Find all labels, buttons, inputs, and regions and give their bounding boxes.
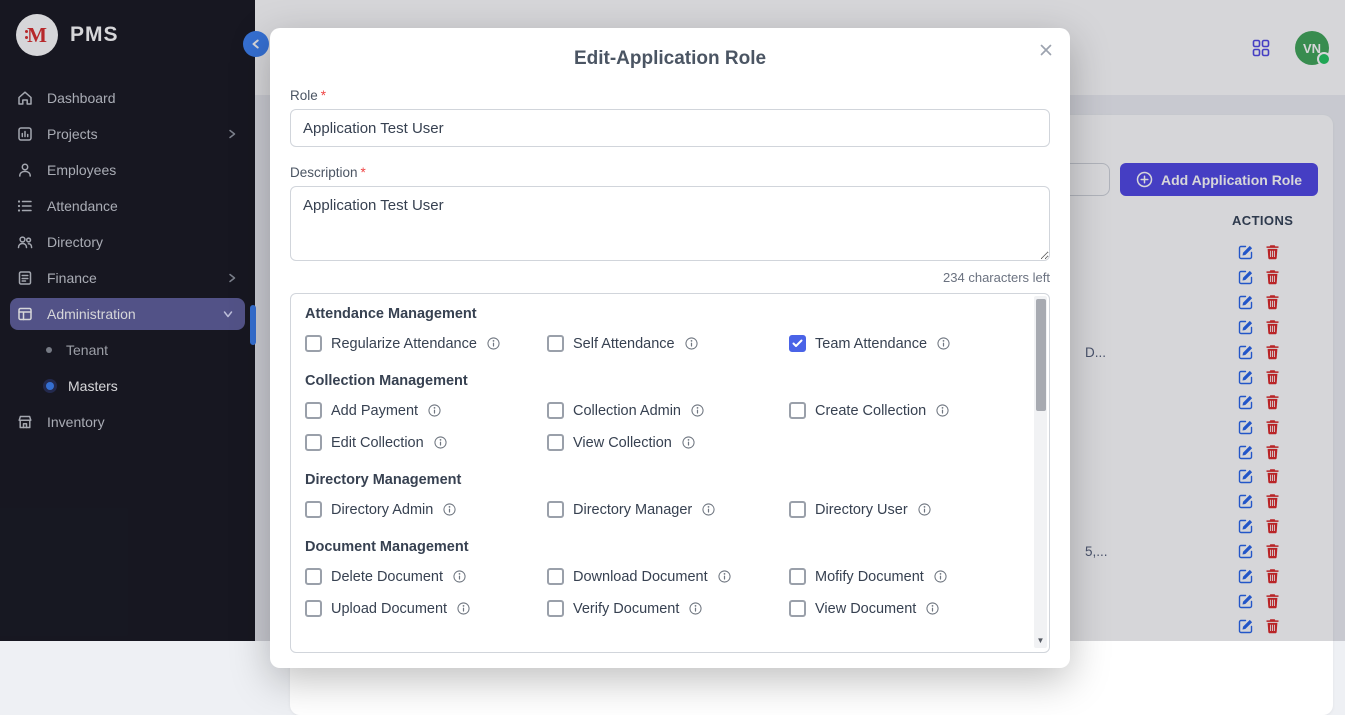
permission-mofify-document[interactable]: Mofify Document: [789, 568, 1031, 585]
info-icon[interactable]: [689, 602, 702, 615]
checkbox-unchecked[interactable]: [547, 434, 564, 451]
permission-view-collection[interactable]: View Collection: [547, 434, 789, 451]
permissions-list: Attendance Management Regularize Attendan…: [291, 294, 1031, 652]
info-icon[interactable]: [936, 404, 949, 417]
permission-label: Edit Collection: [331, 435, 424, 451]
permission-section-directory-management: Directory ManagementDirectory AdminDirec…: [305, 472, 1031, 518]
checkbox-unchecked[interactable]: [305, 434, 322, 451]
permission-label: Create Collection: [815, 403, 926, 419]
checkbox-unchecked[interactable]: [547, 335, 564, 352]
checkbox-unchecked[interactable]: [305, 402, 322, 419]
info-icon[interactable]: [702, 503, 715, 516]
characters-left: 234 characters left: [290, 270, 1050, 285]
permission-label: Collection Admin: [573, 403, 681, 419]
permission-add-payment[interactable]: Add Payment: [305, 402, 547, 419]
info-icon[interactable]: [434, 436, 447, 449]
permission-section-document-management: Document Management Delete Document Downlo…: [305, 539, 1031, 617]
permission-upload-document[interactable]: Upload Document: [305, 600, 547, 617]
scrollbar-down-arrow-icon[interactable]: ▼: [1034, 635, 1047, 647]
info-icon[interactable]: [453, 570, 466, 583]
info-icon[interactable]: [443, 503, 456, 516]
info-icon[interactable]: [691, 404, 704, 417]
checkbox-unchecked[interactable]: [789, 501, 806, 518]
info-icon[interactable]: [685, 337, 698, 350]
section-title: Collection Management: [305, 373, 1031, 389]
permission-directory-user[interactable]: Directory User: [789, 501, 1031, 518]
required-asterisk: *: [321, 88, 326, 103]
permission-section-collection-management: Collection Management Add Payment Collecti…: [305, 373, 1031, 451]
description-label-text: Description: [290, 165, 358, 180]
role-label: Role*: [290, 88, 1050, 103]
info-icon[interactable]: [428, 404, 441, 417]
info-icon[interactable]: [457, 602, 470, 615]
checkbox-unchecked[interactable]: [305, 501, 322, 518]
info-icon[interactable]: [487, 337, 500, 350]
info-icon[interactable]: [926, 602, 939, 615]
permission-team-attendance[interactable]: Team Attendance: [789, 335, 1031, 352]
edit-application-role-modal: Edit-Application Role Role* Description*…: [270, 28, 1070, 668]
checkbox-unchecked[interactable]: [547, 402, 564, 419]
permission-label: Team Attendance: [815, 336, 927, 352]
info-icon[interactable]: [937, 337, 950, 350]
modal-title: Edit-Application Role: [290, 28, 1050, 70]
checkbox-checked[interactable]: [789, 335, 806, 352]
permission-label: Upload Document: [331, 601, 447, 617]
permission-label: Download Document: [573, 569, 708, 585]
checkbox-unchecked[interactable]: [789, 568, 806, 585]
permission-download-document[interactable]: Download Document: [547, 568, 789, 585]
description-label: Description*: [290, 165, 1050, 180]
checkbox-unchecked[interactable]: [547, 568, 564, 585]
checkbox-unchecked[interactable]: [305, 568, 322, 585]
info-icon[interactable]: [718, 570, 731, 583]
role-input[interactable]: [290, 109, 1050, 147]
checkbox-unchecked[interactable]: [789, 600, 806, 617]
permission-label: Add Payment: [331, 403, 418, 419]
checkbox-unchecked[interactable]: [789, 402, 806, 419]
info-icon[interactable]: [934, 570, 947, 583]
permission-grid: Directory Admin Directory Manager Director…: [305, 501, 1031, 518]
permission-regularize-attendance[interactable]: Regularize Attendance: [305, 335, 547, 352]
checkbox-unchecked[interactable]: [547, 600, 564, 617]
permission-label: Self Attendance: [573, 336, 675, 352]
permission-create-collection[interactable]: Create Collection: [789, 402, 1031, 419]
permission-directory-admin[interactable]: Directory Admin: [305, 501, 547, 518]
permission-label: View Document: [815, 601, 916, 617]
checkbox-unchecked[interactable]: [547, 501, 564, 518]
permission-grid: Delete Document Download Document Mofify D…: [305, 568, 1031, 617]
permission-label: View Collection: [573, 435, 672, 451]
permission-self-attendance[interactable]: Self Attendance: [547, 335, 789, 352]
permission-view-document[interactable]: View Document: [789, 600, 1031, 617]
permission-label: Verify Document: [573, 601, 679, 617]
permission-label: Regularize Attendance: [331, 336, 477, 352]
section-title: Attendance Management: [305, 306, 1031, 322]
checkbox-unchecked[interactable]: [305, 600, 322, 617]
permission-verify-document[interactable]: Verify Document: [547, 600, 789, 617]
permission-label: Directory Manager: [573, 502, 692, 518]
permission-label: Directory User: [815, 502, 908, 518]
permission-grid: Add Payment Collection Admin Create Collec…: [305, 402, 1031, 451]
permission-directory-manager[interactable]: Directory Manager: [547, 501, 789, 518]
role-label-text: Role: [290, 88, 318, 103]
permission-label: Directory Admin: [331, 502, 433, 518]
permission-label: Mofify Document: [815, 569, 924, 585]
scrollbar-thumb[interactable]: [1036, 299, 1046, 411]
permission-edit-collection[interactable]: Edit Collection: [305, 434, 547, 451]
permission-section-attendance-management: Attendance Management Regularize Attendan…: [305, 306, 1031, 352]
permissions-box: Attendance Management Regularize Attendan…: [290, 293, 1050, 653]
section-title: Document Management: [305, 539, 1031, 555]
permission-label: Delete Document: [331, 569, 443, 585]
permission-grid: Regularize Attendance Self Attendance Team…: [305, 335, 1031, 352]
description-textarea[interactable]: Application Test User: [290, 186, 1050, 261]
info-icon[interactable]: [682, 436, 695, 449]
permission-collection-admin[interactable]: Collection Admin: [547, 402, 789, 419]
section-title: Directory Management: [305, 472, 1031, 488]
permission-delete-document[interactable]: Delete Document: [305, 568, 547, 585]
close-icon[interactable]: [1038, 42, 1054, 58]
permissions-scrollbar[interactable]: ▼: [1034, 296, 1047, 648]
info-icon[interactable]: [918, 503, 931, 516]
required-asterisk: *: [361, 165, 366, 180]
checkbox-unchecked[interactable]: [305, 335, 322, 352]
